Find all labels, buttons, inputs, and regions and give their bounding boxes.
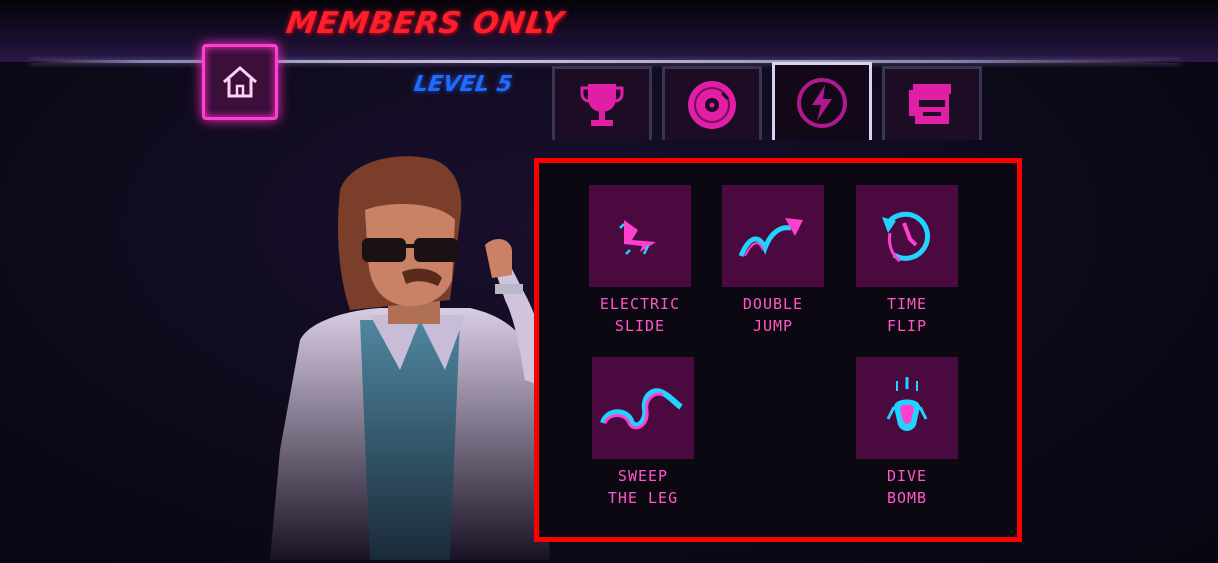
skill-tile: [589, 185, 691, 287]
home-icon: [223, 66, 257, 98]
skill-tile: [856, 185, 958, 287]
character-face-icon: [909, 83, 951, 124]
skill-sweep-the-leg[interactable]: SWEEP THE LEG: [573, 357, 713, 509]
dive-bomb-icon: [886, 377, 928, 431]
skill-tile: [592, 357, 694, 459]
skill-label: DOUBLE JUMP: [742, 295, 804, 335]
skill-label: SWEEP THE LEG: [607, 467, 679, 507]
home-button[interactable]: [202, 44, 278, 120]
skill-electric-slide[interactable]: ELECTRIC SLIDE: [570, 185, 710, 337]
skill-dive-bomb[interactable]: DIVE BOMB: [837, 357, 977, 509]
tab-trophies[interactable]: [552, 66, 652, 140]
skill-time-flip[interactable]: TIME FLIP: [837, 185, 977, 337]
skill-double-jump[interactable]: DOUBLE JUMP: [703, 185, 843, 337]
sweep-the-leg-icon: [600, 388, 683, 430]
skill-tile: [722, 185, 824, 287]
tab-abilities[interactable]: [772, 62, 872, 140]
tab-characters[interactable]: [882, 66, 982, 140]
top-bar: [0, 0, 1218, 62]
skill-label: TIME FLIP: [886, 295, 928, 335]
page-title: MEMBERS ONLY: [283, 6, 567, 41]
skills-panel: ELECTRIC SLIDE DOUBLE JUMP TIME FLIP SWE…: [534, 158, 1022, 542]
skill-tile: [856, 357, 958, 459]
level-indicator: LEVEL 5: [412, 72, 514, 97]
trophy-icon: [580, 83, 624, 126]
double-jump-icon: [738, 218, 803, 257]
electric-slide-icon: [619, 220, 656, 255]
skill-label: DIVE BOMB: [886, 467, 928, 507]
record-icon: [688, 80, 736, 129]
tab-records[interactable]: [662, 66, 762, 140]
skill-label: ELECTRIC SLIDE: [599, 295, 681, 335]
lightning-icon: [797, 77, 847, 128]
time-flip-icon: [882, 211, 931, 263]
